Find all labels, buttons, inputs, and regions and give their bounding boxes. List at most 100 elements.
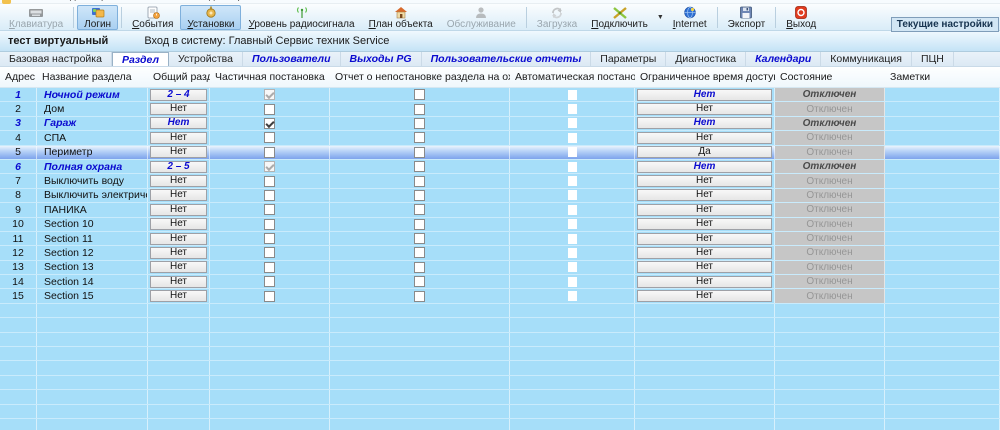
- table-row[interactable]: 1 Ночной режим 2 – 4 Нет Отключен: [0, 88, 1000, 103]
- tab-пользовательские-отчеты[interactable]: Пользовательские отчеты: [422, 52, 592, 66]
- tab-базовая-настройка[interactable]: Базовая настройка: [0, 52, 112, 66]
- common-section-value[interactable]: Нет: [150, 246, 207, 259]
- connect-dropdown-caret-icon[interactable]: ▼: [655, 14, 666, 21]
- limited-access-value[interactable]: Нет: [637, 117, 772, 130]
- limited-access-value[interactable]: Нет: [637, 88, 772, 101]
- tab-параметры[interactable]: Параметры: [591, 52, 667, 66]
- limited-access-value[interactable]: Нет: [637, 189, 772, 202]
- limited-access-value[interactable]: Нет: [637, 275, 772, 288]
- column-header[interactable]: Ограниченное время доступа: [635, 67, 775, 87]
- checkbox-unchecked[interactable]: [414, 233, 425, 245]
- table-row[interactable]: 9 ПАНИКА Нет Нет Отключен: [0, 203, 1000, 218]
- checkbox-unchecked[interactable]: [264, 175, 275, 187]
- checkbox-unchecked[interactable]: [414, 161, 425, 173]
- column-header[interactable]: Адрес: [0, 67, 37, 87]
- common-section-value[interactable]: Нет: [150, 261, 207, 274]
- table-row[interactable]: 14 Section 14 Нет Нет Отключен: [0, 275, 1000, 290]
- common-section-value[interactable]: Нет: [150, 275, 207, 288]
- tab-пцн[interactable]: ПЦН: [912, 52, 954, 66]
- common-section-value[interactable]: Нет: [150, 189, 207, 202]
- checkbox-unchecked[interactable]: [414, 189, 425, 201]
- checkbox-unchecked[interactable]: [414, 261, 425, 273]
- table-row[interactable]: 2 Дом Нет Нет Отключен: [0, 102, 1000, 117]
- toolbar-button-settings[interactable]: Установки: [180, 5, 242, 30]
- toolbar-button-login[interactable]: Логин: [77, 5, 119, 30]
- checkbox-unchecked[interactable]: [264, 261, 275, 273]
- column-header[interactable]: Отчет о непостановке раздела на охрану: [330, 67, 510, 87]
- checkbox-unchecked[interactable]: [414, 175, 425, 187]
- toolbar-button-exit[interactable]: Выход: [779, 5, 823, 30]
- checkbox-unchecked[interactable]: [264, 103, 275, 115]
- limited-access-value[interactable]: Нет: [637, 131, 772, 144]
- table-row[interactable]: 8Выключить электричествоНетНетОтключен: [0, 188, 1000, 204]
- toolbar-button-floppy-export[interactable]: Экспорт: [721, 5, 773, 30]
- table-row[interactable]: 6 Полная охрана 2 – 5 Нет Отключен: [0, 159, 1000, 175]
- checkbox-unchecked[interactable]: [264, 247, 275, 259]
- common-section-value[interactable]: Нет: [150, 146, 207, 159]
- checkbox-unchecked[interactable]: [264, 132, 275, 144]
- tab-диагностика[interactable]: Диагностика: [666, 52, 747, 66]
- current-settings-tab[interactable]: Текущие настройки: [890, 17, 999, 32]
- limited-access-value[interactable]: Нет: [637, 103, 772, 116]
- checkbox-unchecked[interactable]: [414, 290, 425, 302]
- common-section-value[interactable]: Нет: [150, 203, 207, 216]
- limited-access-value[interactable]: Нет: [637, 261, 772, 274]
- tab-устройства[interactable]: Устройства: [169, 52, 243, 66]
- common-section-value[interactable]: 2 – 5: [150, 160, 207, 173]
- checkbox-unchecked[interactable]: [264, 276, 275, 288]
- common-section-value[interactable]: Нет: [150, 218, 207, 231]
- table-row[interactable]: 13 Section 13 Нет Нет Отключен: [0, 260, 1000, 276]
- checkbox-unchecked[interactable]: [414, 276, 425, 288]
- checkbox-unchecked[interactable]: [414, 117, 425, 129]
- limited-access-value[interactable]: Нет: [637, 232, 772, 245]
- column-header[interactable]: Автоматическая постановка: [510, 67, 635, 87]
- checkbox-unchecked[interactable]: [264, 233, 275, 245]
- toolbar-button-globe[interactable]: Internet: [666, 5, 714, 30]
- checkbox-unchecked[interactable]: [264, 204, 275, 216]
- limited-access-value[interactable]: Нет: [637, 218, 772, 231]
- table-row[interactable]: 11 Section 11 Нет Нет Отключен: [0, 231, 1000, 247]
- tab-коммуникация[interactable]: Коммуникация: [821, 52, 912, 66]
- table-row[interactable]: 15 Section 15 Нет Нет Отключен: [0, 289, 1000, 304]
- tab-календари[interactable]: Календари: [746, 52, 822, 66]
- limited-access-value[interactable]: Нет: [637, 246, 772, 259]
- checkbox-unchecked[interactable]: [414, 204, 425, 216]
- tab-выходы-pg[interactable]: Выходы PG: [341, 52, 422, 66]
- toolbar-button-signal[interactable]: Уровень радиосигнала: [241, 5, 361, 30]
- column-header[interactable]: Название раздела: [37, 67, 148, 87]
- checkbox-unchecked[interactable]: [414, 247, 425, 259]
- common-section-value[interactable]: Нет: [150, 117, 207, 130]
- column-header[interactable]: Частичная постановка: [210, 67, 330, 87]
- column-header[interactable]: Общий раздел: [148, 67, 210, 87]
- common-section-value[interactable]: Нет: [150, 131, 207, 144]
- column-header[interactable]: Состояние: [775, 67, 885, 87]
- common-section-value[interactable]: Нет: [150, 232, 207, 245]
- common-section-value[interactable]: Нет: [150, 290, 207, 303]
- checkbox-unchecked[interactable]: [414, 89, 425, 101]
- limited-access-value[interactable]: Нет: [637, 160, 772, 173]
- checkbox-unchecked[interactable]: [264, 146, 275, 158]
- tab-пользователи[interactable]: Пользователи: [243, 52, 341, 66]
- checkbox-unchecked[interactable]: [414, 132, 425, 144]
- common-section-value[interactable]: Нет: [150, 175, 207, 188]
- table-row[interactable]: 10 Section 10 Нет Нет Отключен: [0, 217, 1000, 232]
- common-section-value[interactable]: 2 – 4: [150, 88, 207, 101]
- limited-access-value[interactable]: Нет: [637, 290, 772, 303]
- toolbar-button-events[interactable]: События: [125, 5, 180, 30]
- table-row[interactable]: 3 Гараж Нет Нет Отключен: [0, 116, 1000, 132]
- checkbox-unchecked[interactable]: [414, 103, 425, 115]
- toolbar-button-connect[interactable]: Подключить: [584, 5, 655, 30]
- column-header[interactable]: Заметки: [885, 67, 1000, 87]
- checkbox-checked[interactable]: [264, 117, 275, 129]
- checkbox-unchecked[interactable]: [264, 290, 275, 302]
- limited-access-value[interactable]: Нет: [637, 175, 772, 188]
- table-row[interactable]: 12 Section 12 Нет Нет Отключен: [0, 246, 1000, 261]
- limited-access-value[interactable]: Нет: [637, 203, 772, 216]
- table-row[interactable]: 7 Выключить воду Нет Нет Отключен: [0, 174, 1000, 189]
- table-row[interactable]: 5 Периметр Нет Да Отключен: [0, 145, 1000, 160]
- checkbox-unchecked[interactable]: [414, 146, 425, 158]
- tab-раздел[interactable]: Раздел: [111, 52, 170, 66]
- limited-access-value[interactable]: Да: [637, 146, 772, 159]
- checkbox-unchecked[interactable]: [414, 218, 425, 230]
- checkbox-unchecked[interactable]: [264, 189, 275, 201]
